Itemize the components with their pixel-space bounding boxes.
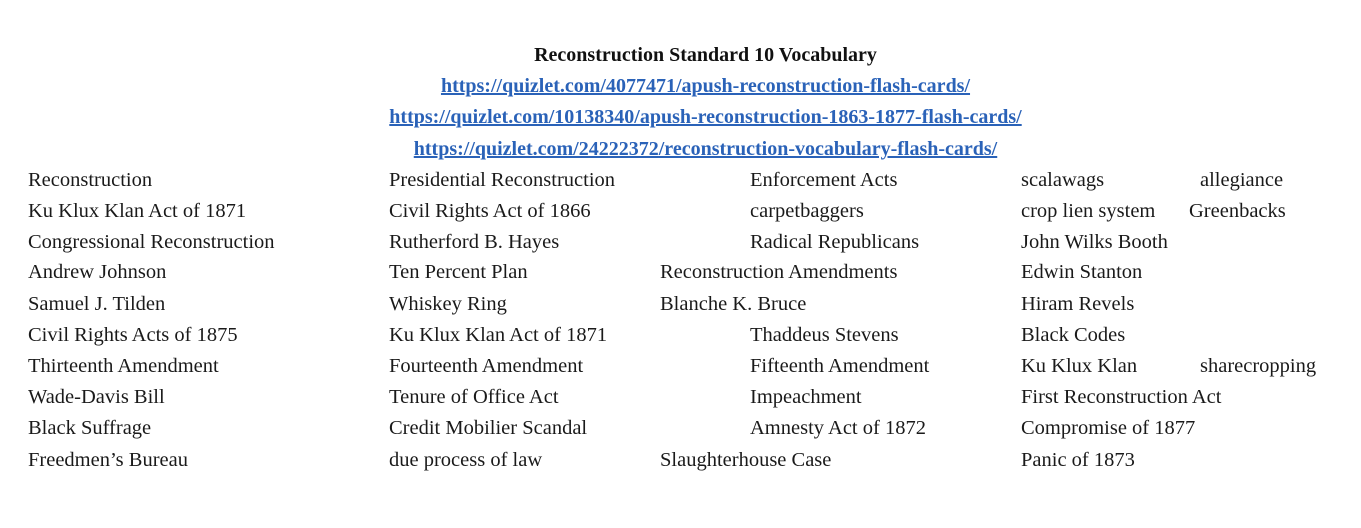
vocab-term: Ten Percent Plan: [389, 261, 528, 283]
vocab-term: Hiram Revels: [1021, 293, 1135, 315]
vocab-term: Ku Klux Klan Act of 1871: [28, 200, 247, 222]
vocab-term: Whiskey Ring: [389, 293, 507, 315]
vocab-term: Edwin Stanton: [1021, 261, 1143, 283]
vocab-term: Impeachment: [750, 386, 862, 408]
vocab-term: Thaddeus Stevens: [750, 324, 899, 346]
vocab-term: Black Codes: [1021, 324, 1126, 346]
vocab-term: Tenure of Office Act: [389, 386, 559, 408]
vocab-term: Black Suffrage: [28, 417, 152, 439]
vocab-term: Presidential Reconstruction: [389, 169, 616, 191]
vocab-term: Civil Rights Acts of 1875: [28, 324, 238, 346]
quizlet-link-2[interactable]: https://quizlet.com/10138340/apush-recon…: [0, 104, 1361, 130]
vocab-term: scalawags: [1021, 169, 1105, 191]
vocab-term: Congressional Reconstruction: [28, 231, 275, 253]
vocab-term: Credit Mobilier Scandal: [389, 417, 588, 439]
quizlet-link-1[interactable]: https://quizlet.com/4077471/apush-recons…: [0, 73, 1361, 99]
vocab-term: Reconstruction: [28, 169, 153, 191]
vocab-term: Blanche K. Bruce: [660, 293, 807, 315]
document-title: Reconstruction Standard 10 Vocabulary: [534, 44, 877, 66]
vocab-term: Andrew Johnson: [28, 261, 167, 283]
vocab-term: Enforcement Acts: [750, 169, 898, 191]
vocab-term: Freedmen’s Bureau: [28, 449, 188, 471]
vocab-term: John Wilks Booth: [1021, 231, 1168, 253]
vocab-term: carpetbaggers: [750, 200, 864, 222]
vocab-term: allegiance: [1200, 169, 1284, 191]
vocab-term: Civil Rights Act of 1866: [389, 200, 591, 222]
vocab-term: Fifteenth Amendment: [750, 355, 930, 377]
vocab-term: Slaughterhouse Case: [660, 449, 832, 471]
vocab-term: sharecropping: [1200, 355, 1317, 377]
vocab-term: Compromise of 1877: [1021, 417, 1196, 439]
vocab-term: Panic of 1873: [1021, 449, 1135, 471]
vocab-term: Rutherford B. Hayes: [389, 231, 560, 253]
vocab-term: Reconstruction Amendments: [660, 261, 898, 283]
vocab-term: Wade-Davis Bill: [28, 386, 165, 408]
vocab-term: Ku Klux Klan: [1021, 355, 1138, 377]
quizlet-link-3[interactable]: https://quizlet.com/24222372/reconstruct…: [0, 136, 1361, 162]
vocab-term: due process of law: [389, 449, 543, 471]
vocab-term: Radical Republicans: [750, 231, 920, 253]
vocab-term: Amnesty Act of 1872: [750, 417, 926, 439]
vocab-term: First Reconstruction Act: [1021, 386, 1222, 408]
vocab-term: Ku Klux Klan Act of 1871: [389, 324, 608, 346]
vocab-term: Thirteenth Amendment: [28, 355, 219, 377]
vocab-term: crop lien system: [1021, 200, 1156, 222]
vocab-term: Greenbacks: [1189, 200, 1286, 222]
document-page: Reconstruction Standard 10 Vocabulary ht…: [0, 0, 1361, 528]
vocab-term: Fourteenth Amendment: [389, 355, 584, 377]
vocab-term: Samuel J. Tilden: [28, 293, 166, 315]
